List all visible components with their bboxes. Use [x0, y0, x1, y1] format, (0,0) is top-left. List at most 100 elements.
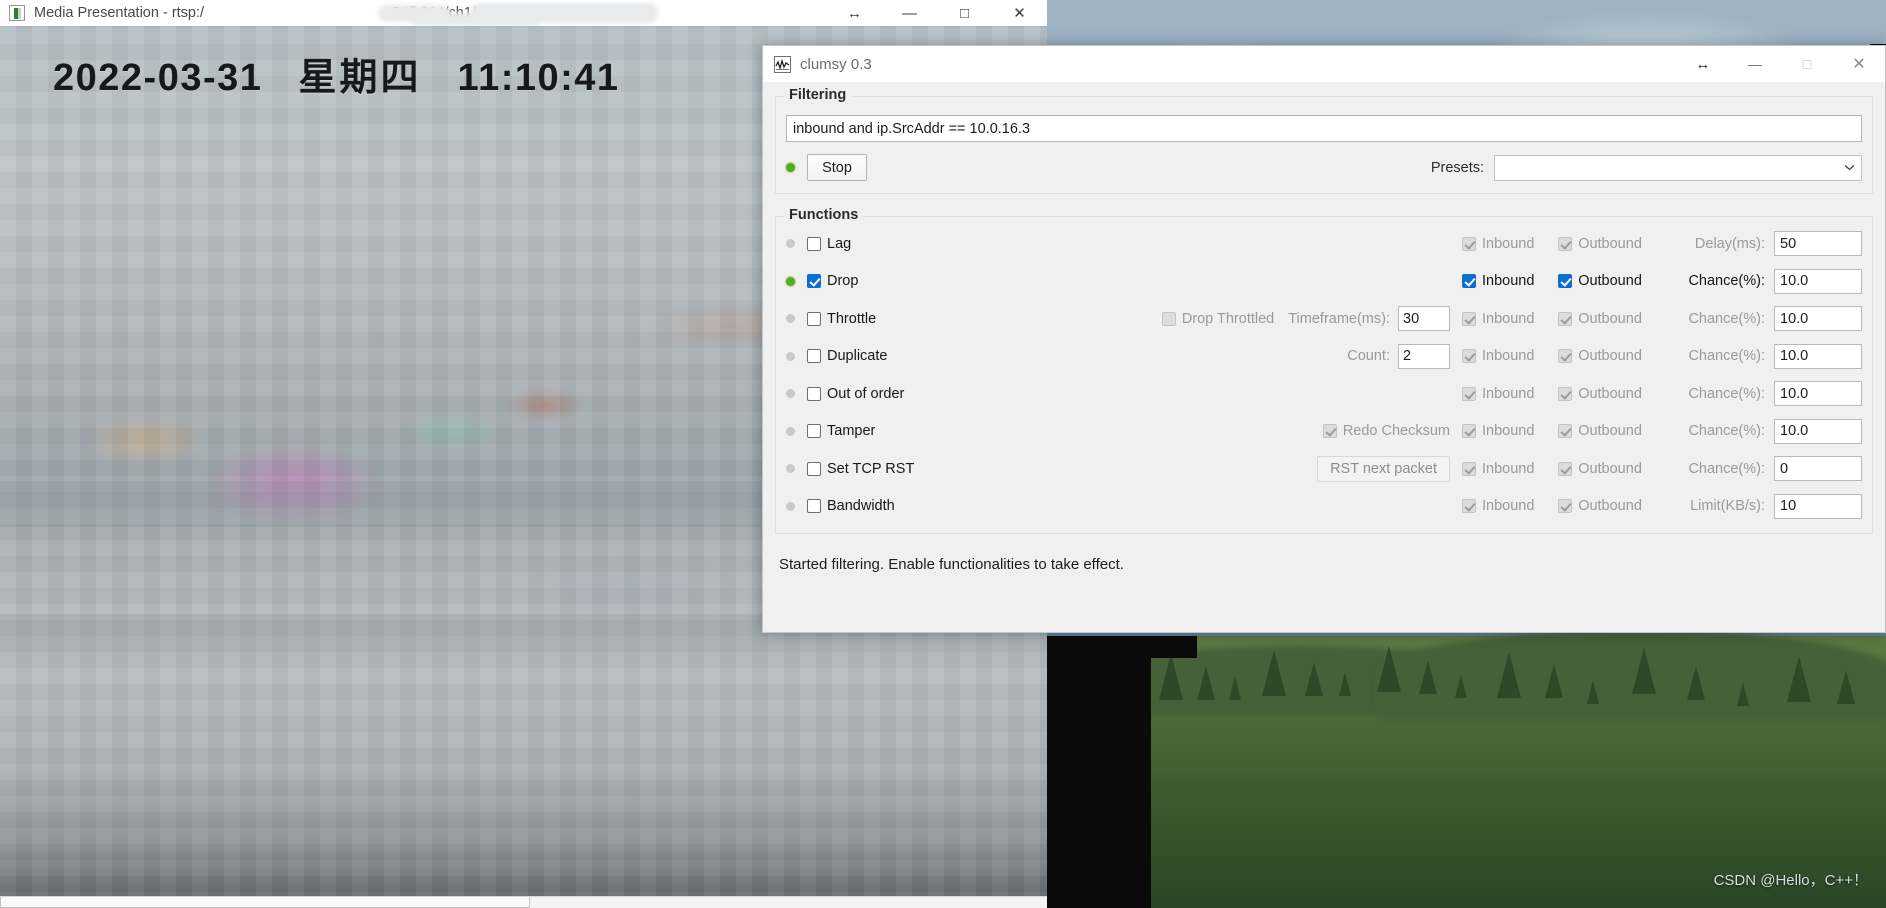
rst-next-packet-button[interactable]: RST next packet: [1317, 455, 1450, 482]
count-input[interactable]: [1398, 343, 1450, 369]
timeframe-label: Timeframe(ms):: [1288, 310, 1390, 327]
inbound-checkbox-box-out-of-order[interactable]: [1462, 386, 1476, 401]
function-checkbox-out-of-order[interactable]: [807, 386, 821, 401]
clumsy-minimize-button[interactable]: —: [1729, 46, 1781, 82]
outbound-checkbox-throttle[interactable]: Outbound: [1558, 311, 1666, 327]
inbound-checkbox-box-drop[interactable]: [1462, 274, 1476, 289]
function-led-lag: [786, 239, 795, 249]
clumsy-window[interactable]: clumsy 0.3 ↔ — □ ✕ Filtering Stop Pres: [762, 45, 1886, 633]
inbound-checkbox-drop[interactable]: Inbound: [1462, 273, 1558, 289]
function-checkbox-throttle[interactable]: [807, 311, 821, 326]
outbound-checkbox-lag[interactable]: Outbound: [1558, 236, 1666, 252]
value-input-out-of-order[interactable]: [1774, 381, 1862, 407]
inbound-checkbox-throttle[interactable]: Inbound: [1462, 311, 1558, 327]
value-input-lag[interactable]: [1774, 231, 1862, 257]
taskbar[interactable]: 正在等待 ...: [0, 896, 1047, 908]
function-toggle-lag[interactable]: Lag: [786, 236, 904, 252]
function-direction-duplicate: Inbound Outbound Chance(%):: [1462, 343, 1862, 369]
filter-input[interactable]: [786, 115, 1862, 142]
outbound-checkbox-box-tamper[interactable]: [1558, 424, 1573, 439]
inbound-checkbox-set-tcp-rst[interactable]: Inbound: [1462, 461, 1558, 477]
inbound-checkbox-lag[interactable]: Inbound: [1462, 236, 1558, 252]
functions-group-label: Functions: [784, 207, 864, 223]
value-input-throttle[interactable]: [1774, 306, 1862, 332]
function-row-throttle: Throttle Drop Throttled Timeframe(ms): I…: [786, 300, 1862, 338]
function-toggle-out-of-order[interactable]: Out of order: [786, 386, 904, 402]
value-input-bandwidth[interactable]: [1774, 493, 1862, 519]
function-checkbox-tamper[interactable]: [807, 424, 821, 439]
inbound-checkbox-box-bandwidth[interactable]: [1462, 499, 1476, 514]
outbound-checkbox-box-duplicate[interactable]: [1558, 349, 1573, 364]
inbound-checkbox-bandwidth[interactable]: Inbound: [1462, 498, 1558, 514]
clumsy-resize-handle-icon[interactable]: ↔: [1677, 46, 1729, 82]
filtering-group: Filtering Stop Presets:: [775, 87, 1873, 194]
tree-shape: [1787, 656, 1811, 702]
function-row-set-tcp-rst: Set TCP RST RST next packet Inbound Outb…: [786, 450, 1862, 488]
vlc-minimize-button[interactable]: —: [882, 0, 937, 26]
inbound-checkbox-duplicate[interactable]: Inbound: [1462, 348, 1558, 364]
inbound-checkbox-box-lag[interactable]: [1462, 236, 1476, 251]
value-input-drop[interactable]: [1774, 268, 1862, 294]
clumsy-window-controls[interactable]: ↔ — □ ✕: [1677, 46, 1885, 82]
outbound-checkbox-box-out-of-order[interactable]: [1558, 386, 1573, 401]
tree-shape: [1837, 670, 1855, 704]
value-label-bandwidth: Limit(KB/s):: [1690, 498, 1765, 515]
outbound-checkbox-duplicate[interactable]: Outbound: [1558, 348, 1666, 364]
drop-throttled-checkbox[interactable]: Drop Throttled: [1161, 311, 1274, 327]
outbound-checkbox-box-set-tcp-rst[interactable]: [1558, 461, 1573, 476]
outbound-checkbox-out-of-order[interactable]: Outbound: [1558, 386, 1666, 402]
function-direction-bandwidth: Inbound Outbound Limit(KB/s):: [1462, 493, 1862, 519]
inbound-checkbox-box-throttle[interactable]: [1462, 311, 1476, 326]
desktop-wallpaper-hills: [1047, 630, 1886, 908]
vlc-title-bar[interactable]: Media Presentation - rtsp:/ 54/h264/ch1/…: [0, 0, 1047, 26]
outbound-checkbox-set-tcp-rst[interactable]: Outbound: [1558, 461, 1666, 477]
vlc-maximize-button[interactable]: □: [937, 0, 992, 26]
clumsy-close-button[interactable]: ✕: [1833, 46, 1885, 82]
value-input-duplicate[interactable]: [1774, 343, 1862, 369]
function-toggle-bandwidth[interactable]: Bandwidth: [786, 498, 904, 514]
outbound-checkbox-box-bandwidth[interactable]: [1558, 499, 1573, 514]
outbound-checkbox-tamper[interactable]: Outbound: [1558, 423, 1666, 439]
outbound-checkbox-box-lag[interactable]: [1558, 236, 1573, 251]
clumsy-maximize-button[interactable]: □: [1781, 46, 1833, 82]
inbound-checkbox-tamper[interactable]: Inbound: [1462, 423, 1558, 439]
drop-throttled-checkbox-box[interactable]: [1161, 311, 1176, 326]
clumsy-title-bar[interactable]: clumsy 0.3 ↔ — □ ✕: [763, 46, 1885, 82]
osd-date: 2022-03-31: [53, 57, 263, 99]
function-toggle-duplicate[interactable]: Duplicate: [786, 348, 904, 364]
function-toggle-drop[interactable]: Drop: [786, 273, 904, 289]
function-checkbox-bandwidth[interactable]: [807, 499, 821, 514]
function-toggle-tamper[interactable]: Tamper: [786, 423, 904, 439]
outbound-checkbox-drop[interactable]: Outbound: [1558, 273, 1666, 289]
outbound-checkbox-box-drop[interactable]: [1558, 274, 1573, 289]
function-checkbox-drop[interactable]: [807, 274, 821, 289]
timeframe-input[interactable]: [1398, 306, 1450, 332]
outbound-checkbox-bandwidth[interactable]: Outbound: [1558, 498, 1666, 514]
vlc-close-button[interactable]: ✕: [992, 0, 1047, 26]
presets-dropdown[interactable]: [1494, 154, 1862, 181]
redo-checksum-checkbox-box[interactable]: [1322, 424, 1337, 439]
taskbar-status-box[interactable]: [0, 897, 530, 908]
vlc-resize-handle-icon[interactable]: ↔: [827, 0, 882, 26]
vlc-window-controls[interactable]: ↔ — □ ✕: [827, 0, 1047, 26]
redo-checksum-checkbox[interactable]: Redo Checksum: [1322, 423, 1450, 439]
outbound-checkbox-box-throttle[interactable]: [1558, 311, 1573, 326]
tree-shape: [1737, 682, 1749, 706]
inbound-checkbox-box-tamper[interactable]: [1462, 424, 1476, 439]
value-input-tamper[interactable]: [1774, 418, 1862, 444]
value-input-set-tcp-rst[interactable]: [1774, 456, 1862, 482]
tree-shape: [1377, 646, 1401, 692]
function-toggle-throttle[interactable]: Throttle: [786, 311, 904, 327]
function-toggle-set-tcp-rst[interactable]: Set TCP RST: [786, 461, 914, 477]
function-checkbox-lag[interactable]: [807, 236, 821, 251]
value-label-duplicate: Chance(%):: [1688, 348, 1765, 365]
video-osd-timestamp: 2022-03-31 星期四 11:10:41: [53, 46, 620, 101]
inbound-checkbox-box-duplicate[interactable]: [1462, 349, 1476, 364]
function-checkbox-set-tcp-rst[interactable]: [807, 461, 821, 476]
dark-panel: [1047, 636, 1151, 908]
inbound-checkbox-out-of-order[interactable]: Inbound: [1462, 386, 1558, 402]
stop-button[interactable]: Stop: [807, 154, 867, 181]
inbound-checkbox-box-set-tcp-rst[interactable]: [1462, 461, 1476, 476]
function-checkbox-duplicate[interactable]: [807, 349, 821, 364]
chevron-down-icon[interactable]: [1844, 162, 1855, 174]
